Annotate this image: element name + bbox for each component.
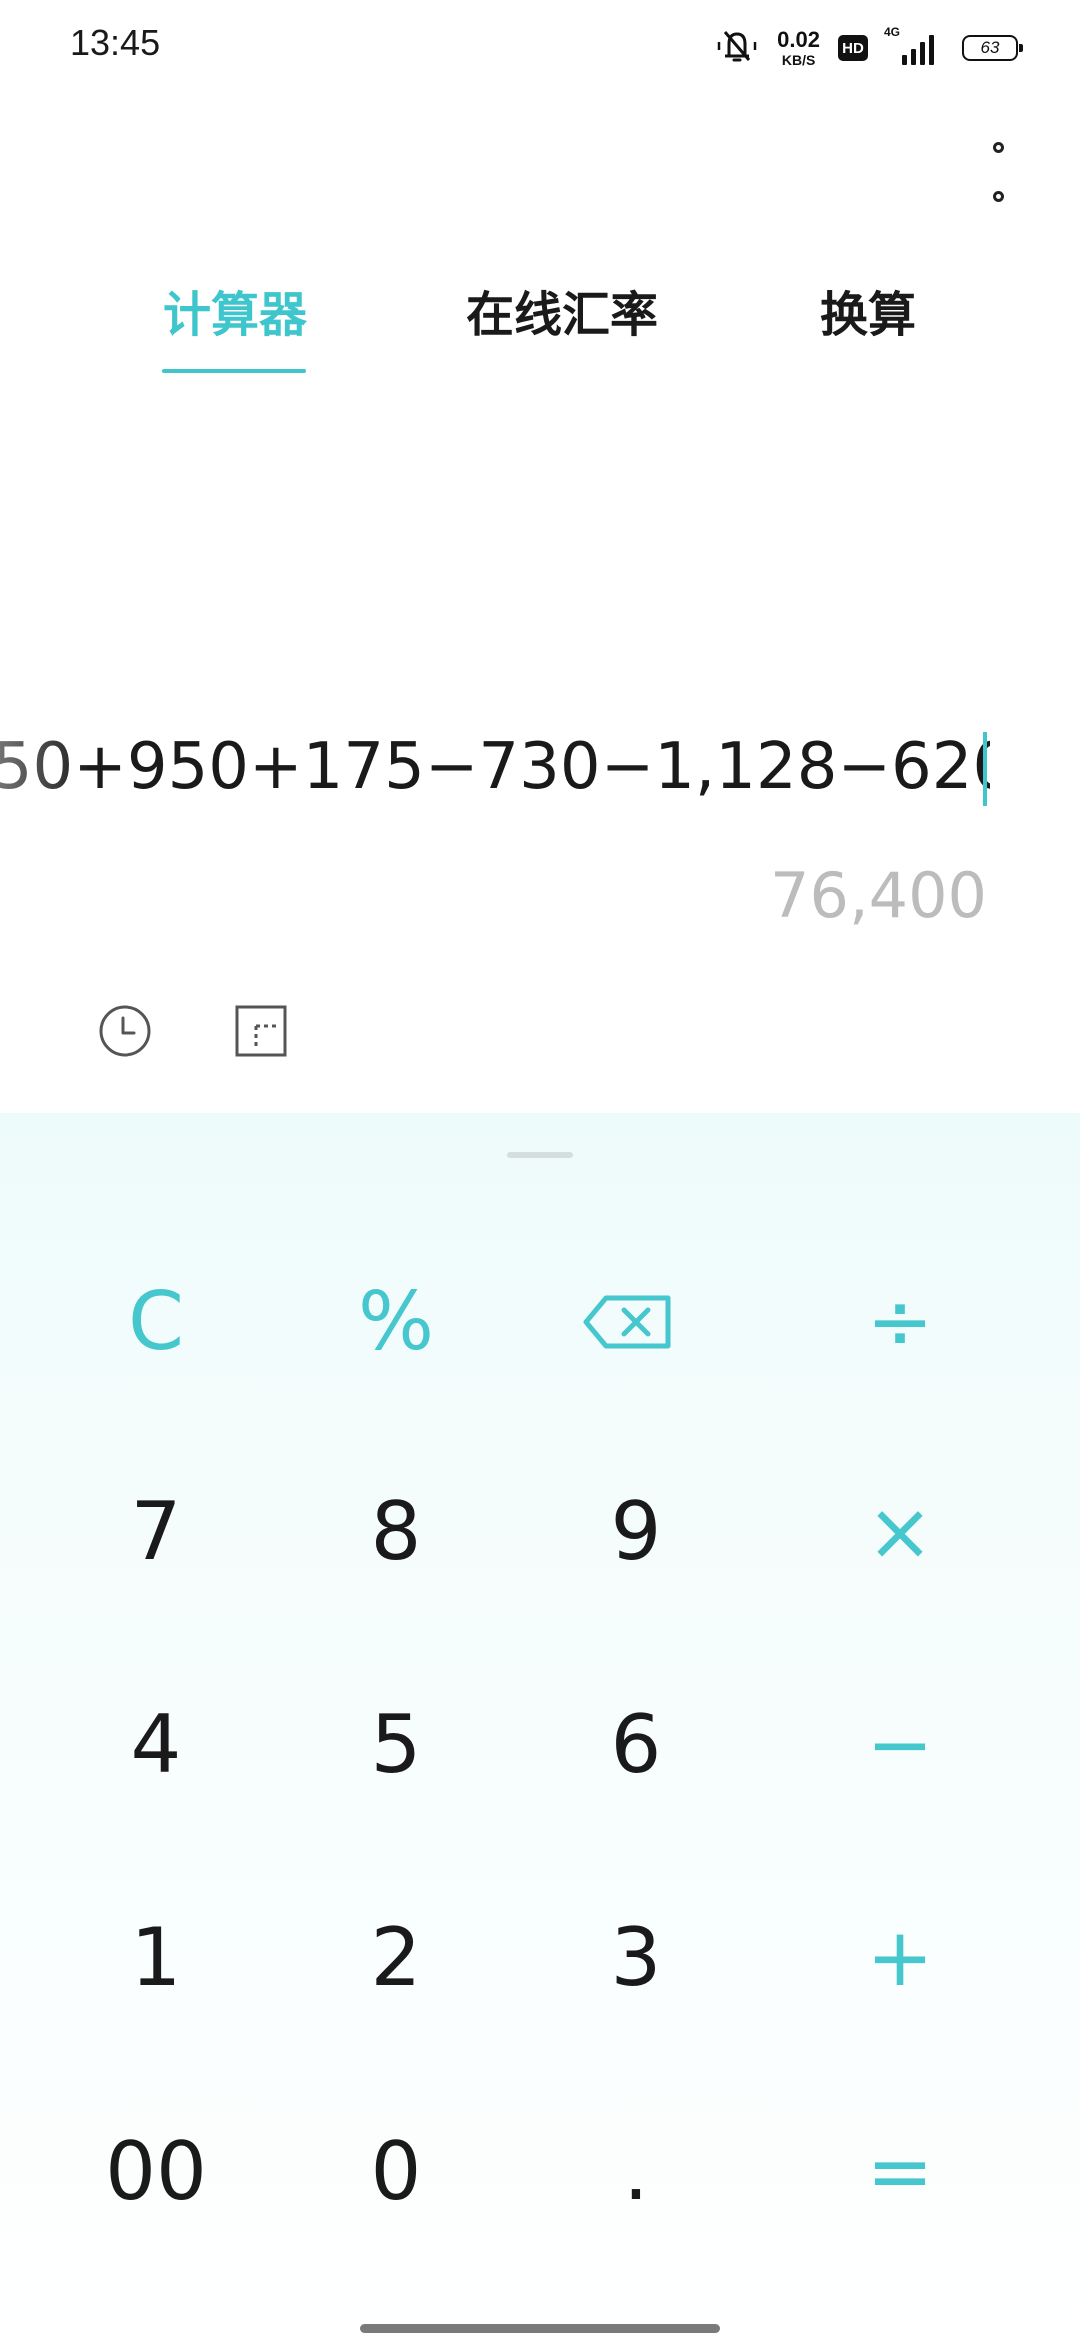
digit-8-label: 8 xyxy=(370,1485,422,1578)
subtract-button[interactable]: − xyxy=(780,1645,1020,1845)
backspace-button[interactable] xyxy=(508,1222,748,1422)
tab-calculator[interactable]: 计算器 xyxy=(160,275,310,345)
double-zero-button[interactable]: 00 xyxy=(36,2072,276,2272)
history-button[interactable] xyxy=(98,1004,152,1058)
active-tab-indicator xyxy=(162,369,306,373)
digit-4-label: 4 xyxy=(130,1698,182,1791)
scientific-mode-button[interactable] xyxy=(234,1004,288,1058)
digit-0-label: 0 xyxy=(370,2125,422,2218)
network-type-label: 4G xyxy=(884,25,901,39)
digit-2-label: 2 xyxy=(370,1911,422,2004)
subtract-label: − xyxy=(866,1698,934,1791)
percent-label: % xyxy=(357,1275,434,1368)
text-cursor xyxy=(983,732,987,806)
clear-button[interactable]: C xyxy=(36,1222,276,1422)
signal-icon: 4G xyxy=(884,25,944,65)
digit-4-button[interactable]: 4 xyxy=(36,1645,276,1845)
status-time: 13:45 xyxy=(70,22,161,63)
equals-button[interactable]: = xyxy=(780,2072,1020,2272)
keypad-drag-handle[interactable] xyxy=(507,1152,573,1158)
percent-button[interactable]: % xyxy=(276,1222,516,1422)
home-indicator[interactable] xyxy=(360,2324,720,2333)
more-options-button[interactable] xyxy=(978,142,1018,202)
digit-3-label: 3 xyxy=(610,1911,662,2004)
expression-display[interactable]: 5,750+950+175−730−1,128−620−290 xyxy=(0,722,1080,812)
decimal-point-label: . xyxy=(623,2125,649,2218)
calculator-app: 13:45 0.02 KB/S HD 4G 63 计算器 在线汇率 换算 50+… xyxy=(0,0,1080,2340)
divide-button[interactable]: ÷ xyxy=(780,1222,1020,1422)
digit-7-button[interactable]: 7 xyxy=(36,1432,276,1632)
equals-label: = xyxy=(866,2125,934,2218)
digit-3-button[interactable]: 3 xyxy=(516,1858,756,2058)
status-icons: 0.02 KB/S HD 4G 63 xyxy=(715,24,1023,72)
digit-6-button[interactable]: 6 xyxy=(516,1645,756,1845)
clear-label: C xyxy=(128,1275,184,1368)
result-preview: 76,400 xyxy=(770,859,987,932)
digit-1-label: 1 xyxy=(130,1911,182,2004)
hd-icon: HD xyxy=(838,35,868,61)
backspace-icon xyxy=(583,1295,671,1349)
decimal-point-button[interactable]: . xyxy=(516,2072,756,2272)
digit-7-label: 7 xyxy=(130,1485,182,1578)
digit-9-button[interactable]: 9 xyxy=(516,1432,756,1632)
digit-1-button[interactable]: 1 xyxy=(36,1858,276,2058)
battery-icon: 63 xyxy=(962,35,1023,61)
digit-6-label: 6 xyxy=(610,1698,662,1791)
network-speed-value: 0.02 xyxy=(777,27,820,52)
network-speed-unit: KB/S xyxy=(781,52,816,68)
digit-9-label: 9 xyxy=(610,1485,662,1578)
digit-5-button[interactable]: 5 xyxy=(276,1645,516,1845)
divide-label: ÷ xyxy=(866,1275,934,1368)
multiply-button[interactable]: × xyxy=(780,1432,1020,1632)
status-bar: 13:45 0.02 KB/S HD 4G 63 xyxy=(0,0,1080,96)
digit-5-label: 5 xyxy=(370,1698,422,1791)
digit-0-button[interactable]: 0 xyxy=(276,2072,516,2272)
mute-icon xyxy=(715,26,759,70)
add-label: + xyxy=(866,1911,934,2004)
tab-conversion[interactable]: 换算 xyxy=(818,275,918,345)
digit-2-button[interactable]: 2 xyxy=(276,1858,516,2058)
multiply-label: × xyxy=(866,1485,934,1578)
network-speed: 0.02 KB/S xyxy=(777,27,820,68)
scientific-mode-icon xyxy=(235,1005,287,1057)
double-zero-label: 00 xyxy=(105,2125,207,2218)
add-button[interactable]: + xyxy=(780,1858,1020,2058)
clock-icon xyxy=(99,1005,151,1057)
digit-8-button[interactable]: 8 xyxy=(276,1432,516,1632)
tab-exchange-rate[interactable]: 在线汇率 xyxy=(462,275,662,345)
